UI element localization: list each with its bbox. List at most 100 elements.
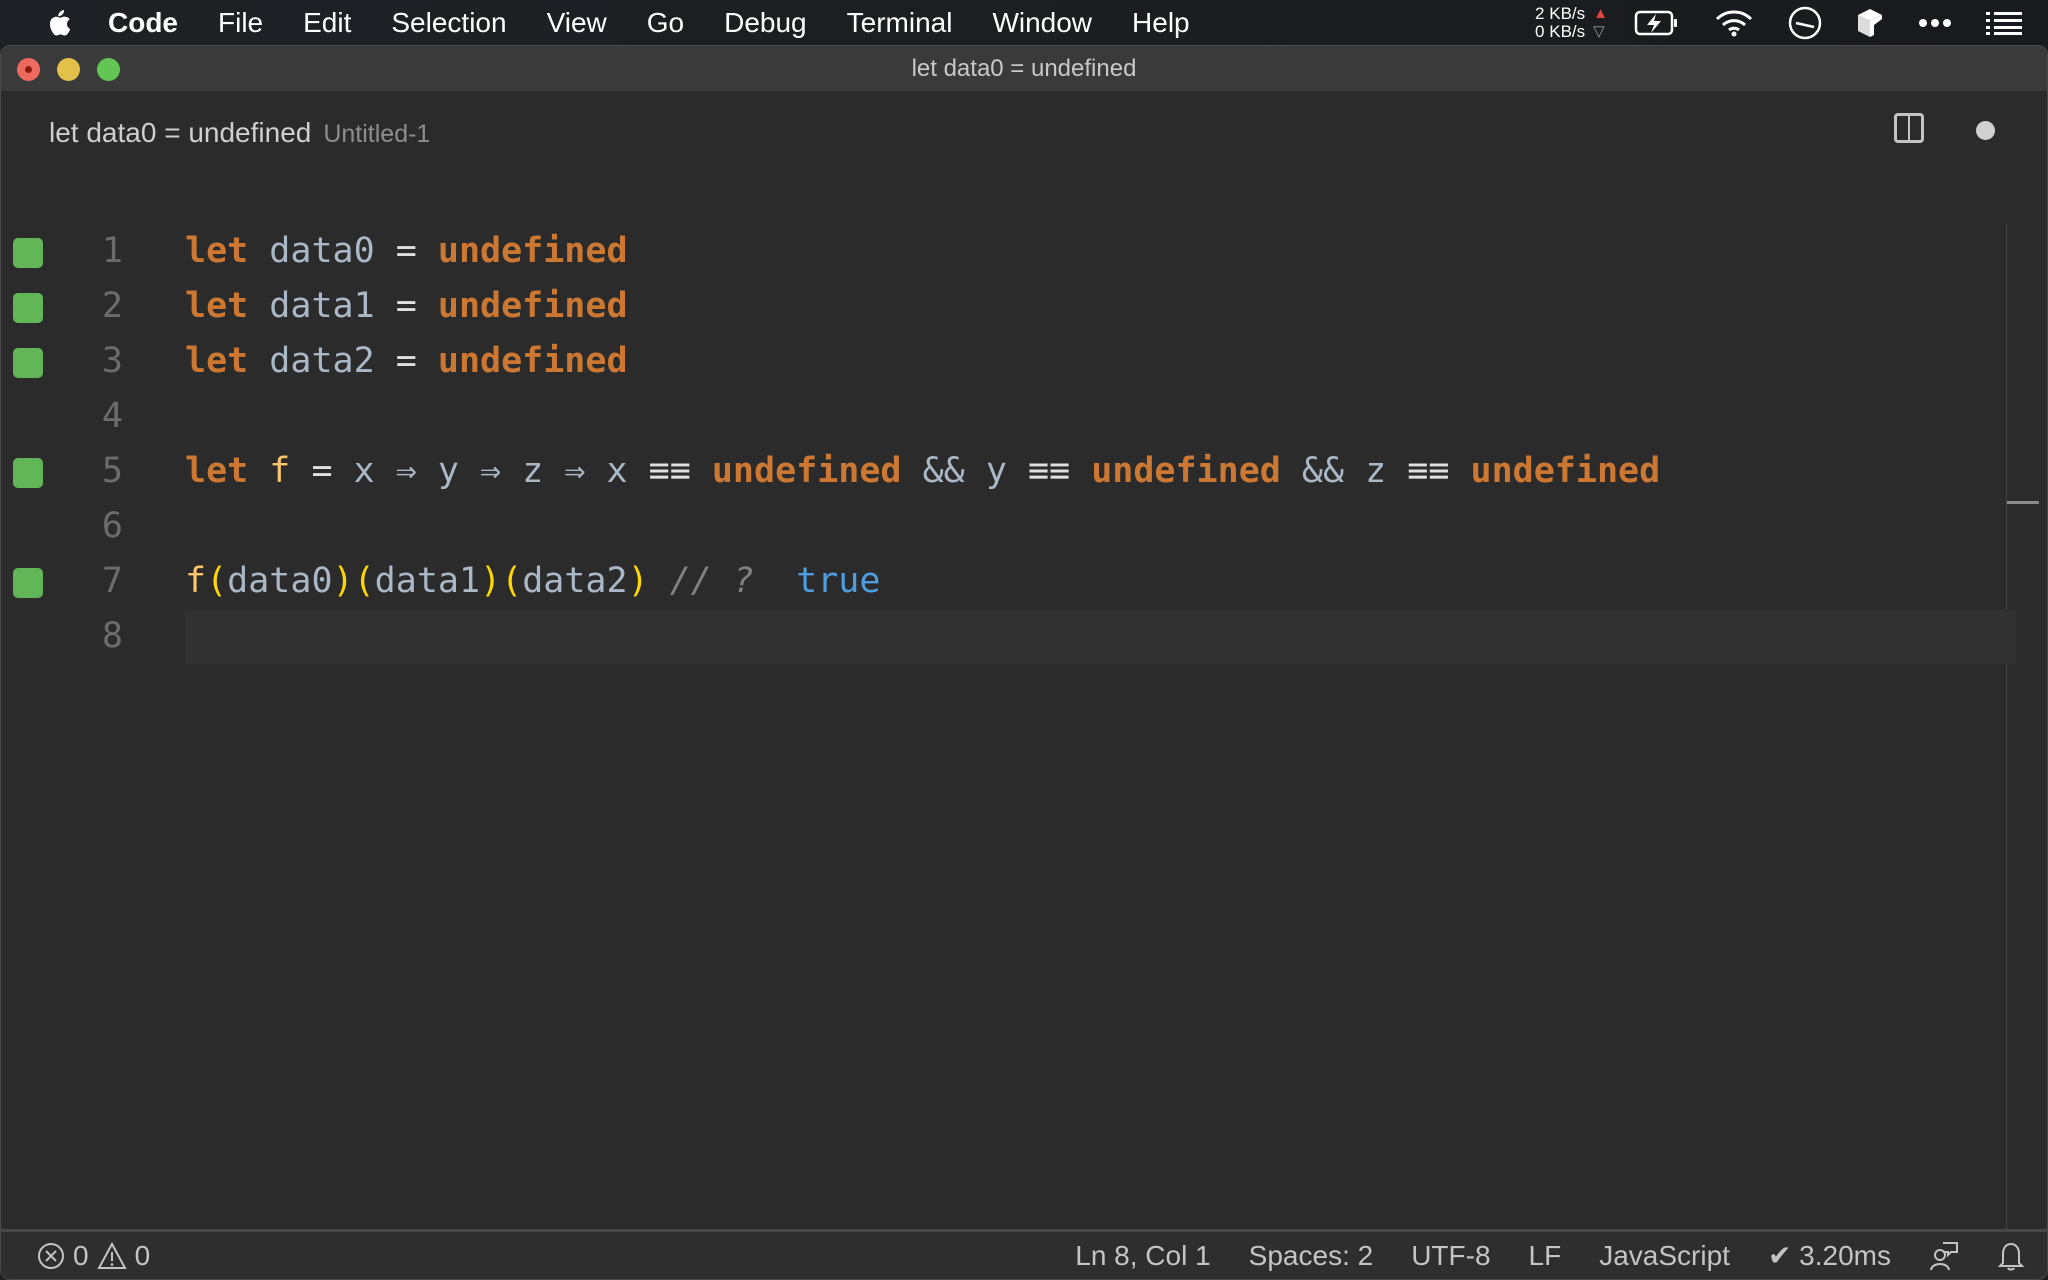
code-token: ⇒ [543,451,607,491]
code-content: f(data0)(data1)(data2) // ? true [185,560,880,602]
menu-window[interactable]: Window [992,7,1092,39]
macos-menu-bar: Code File Edit Selection View Go Debug T… [0,0,2048,45]
code-token: y [985,451,1007,491]
code-token: = [374,341,438,381]
line-number: 7 [101,561,123,601]
code-token: undefined [711,451,902,491]
coverage-marker-icon[interactable] [13,348,43,378]
code-token: ( [501,561,523,601]
current-line-highlight [185,609,2016,664]
menu-code[interactable]: Code [108,7,178,39]
code-line[interactable]: 2 let data1 = undefined [1,279,2016,334]
battery-charging-icon[interactable] [1634,9,1680,37]
status-bar: 0 0 Ln 8, Col 1 Spaces: 2 UTF-8 LF JavaS… [1,1229,2047,1279]
code-token: undefined [437,341,628,381]
editor-tab[interactable]: let data0 = undefined Untitled-1 [49,117,430,149]
coverage-marker-icon[interactable] [13,458,43,488]
menu-view[interactable]: View [547,7,607,39]
code-token: data0 [227,561,333,601]
code-token: x [353,451,375,491]
notification-bell-icon[interactable] [1997,1241,2025,1271]
error-icon [38,1242,64,1269]
menu-edit[interactable]: Edit [303,7,351,39]
code-token: data0 [269,231,375,271]
code-token: f [269,451,291,491]
tab-label: let data0 = undefined [49,117,312,148]
coverage-marker-icon[interactable] [13,568,43,598]
code-token: undefined [1470,451,1661,491]
warning-count: 0 [134,1239,151,1271]
language-mode[interactable]: JavaScript [1599,1240,1730,1272]
code-token: ) [480,561,502,601]
menu-go[interactable]: Go [647,7,684,39]
tab-description: Untitled-1 [323,120,431,148]
menu-selection[interactable]: Selection [391,7,506,39]
apple-logo-icon[interactable] [38,7,78,39]
end-of-line[interactable]: LF [1529,1240,1562,1272]
menu-terminal[interactable]: Terminal [847,7,953,39]
code-line[interactable]: 6 [1,499,2016,554]
code-token: true [775,561,881,601]
minimize-window-button[interactable] [57,58,80,81]
code-line[interactable]: 7 f(data0)(data1)(data2) // ? true [1,554,2016,609]
code-token: ≡≡ [1006,451,1092,491]
code-content: let data0 = undefined [185,230,628,272]
encoding[interactable]: UTF-8 [1411,1240,1490,1272]
maximize-window-button[interactable] [97,58,120,81]
code-token: x [606,451,628,491]
code-line[interactable]: 1 let data0 = undefined [1,224,2016,279]
code-token: undefined [437,231,628,271]
clock-icon[interactable] [1788,6,1822,40]
split-editor-icon[interactable] [1894,113,1924,143]
list-icon[interactable] [1986,11,2022,35]
unsaved-dot-icon[interactable] [1976,121,1995,140]
code-line[interactable]: 5 let f = x ⇒ y ⇒ z ⇒ x ≡≡ undefined && y… [1,444,2016,499]
window-title: let data0 = undefined [911,54,1137,82]
close-window-button[interactable] [17,58,40,81]
code-token: ) [332,561,354,601]
upload-speed: 2 KB/s [1535,3,1586,23]
code-token: let [185,231,249,271]
menu-file[interactable]: File [218,7,263,39]
code-token: = [374,231,438,271]
coverage-marker-icon[interactable] [13,293,43,323]
code-line[interactable]: 4 [1,389,2016,444]
code-content: let data1 = undefined [185,285,628,327]
code-token: y [437,451,459,491]
app-box-icon[interactable] [1856,7,1884,39]
code-line[interactable]: 3 let data2 = undefined [1,334,2016,389]
feedback-person-icon[interactable] [1929,1241,1959,1271]
quokka-timing[interactable]: ✔ 3.20ms [1768,1239,1891,1272]
coverage-marker-icon[interactable] [13,238,43,268]
menu-debug[interactable]: Debug [724,7,807,39]
menu-bar-tray: 2 KB/s 0 KB/s ▲ ▽ [1535,0,2048,45]
menu-help[interactable]: Help [1132,7,1190,39]
code-token: ⇒ [458,451,523,491]
line-number: 4 [101,396,123,436]
code-token: ≡≡ [627,451,712,491]
editor-tab-bar: let data0 = undefined Untitled-1 [1,91,2047,179]
code-token: ⇒ [374,451,438,491]
line-number: 5 [101,451,123,491]
code-line[interactable]: 8 [1,609,2016,664]
more-icon[interactable] [1918,18,1952,28]
code-token: f [185,561,207,601]
code-token: = [290,451,354,491]
code-editor[interactable]: 1 let data0 = undefined 2 let data1 = undef… [1,224,2047,1274]
cursor-position[interactable]: Ln 8, Col 1 [1075,1240,1210,1272]
line-number: 8 [101,616,123,656]
code-token: && [901,451,986,491]
error-count: 0 [73,1239,89,1271]
vscode-window: let data0 = undefined let data0 = undefi… [0,45,2048,1280]
network-speed[interactable]: 2 KB/s 0 KB/s [1535,3,1586,41]
wifi-icon[interactable] [1714,9,1754,37]
window-title-bar[interactable]: let data0 = undefined [1,46,2047,91]
problems-indicator[interactable]: 0 0 [37,1240,150,1272]
line-number: 1 [101,231,123,271]
code-token: = [374,286,438,326]
warning-icon [96,1241,127,1269]
indentation[interactable]: Spaces: 2 [1249,1240,1374,1272]
